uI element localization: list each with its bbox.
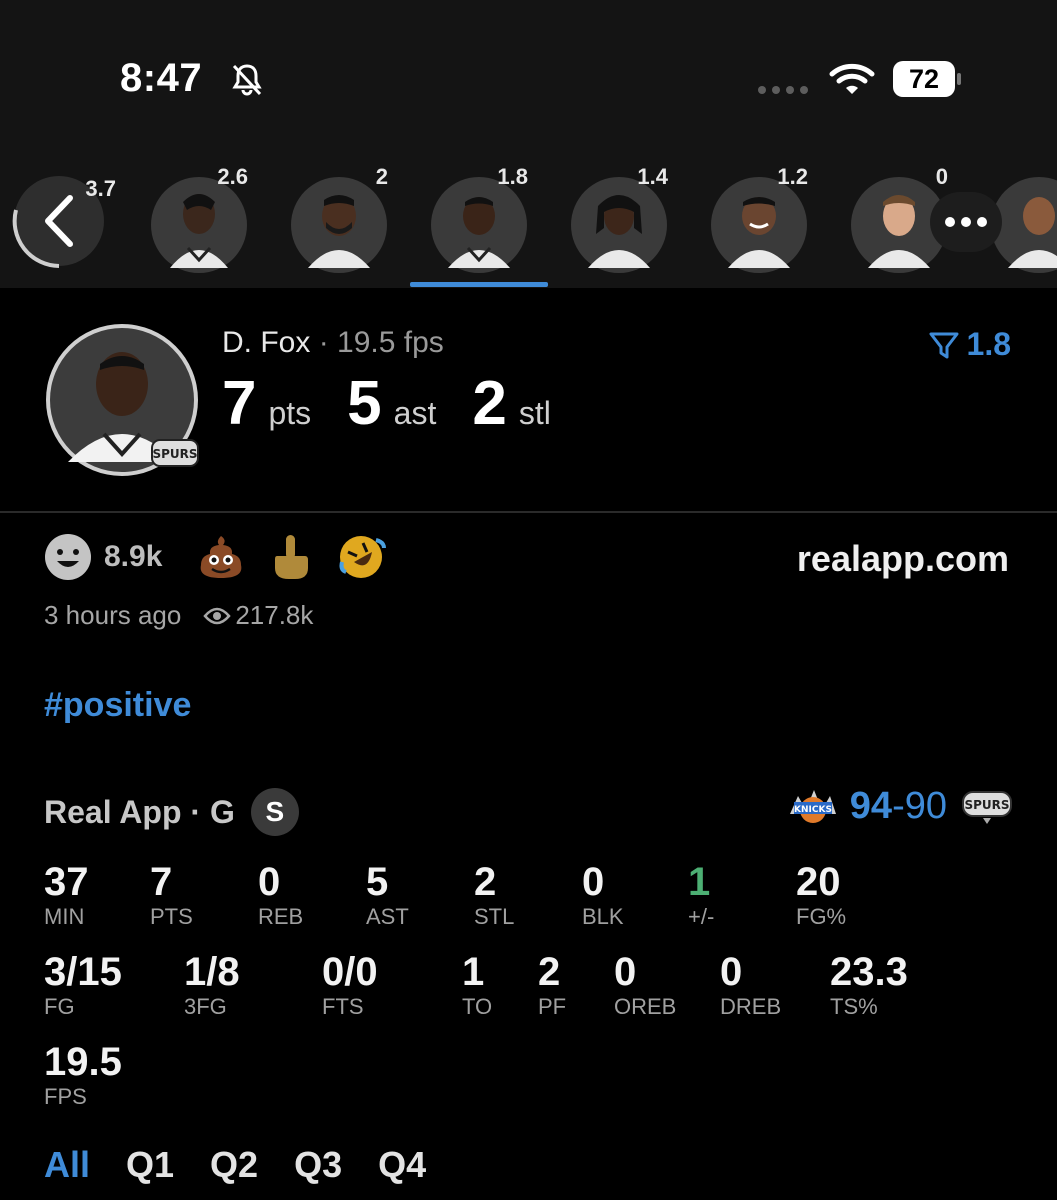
stat-fg-pct: 20 FG%	[796, 860, 847, 929]
ast-unit: ast	[393, 395, 437, 431]
post-meta: 3 hours ago 217.8k	[44, 600, 313, 631]
reactions-row: 8.9k	[44, 532, 406, 582]
time-ago: 3 hours ago	[44, 600, 182, 630]
player-strip-score: 2.6	[217, 164, 248, 189]
stat-pf: 2 PF	[538, 950, 567, 1019]
stat-pts: 7 PTS	[150, 860, 193, 929]
stat-blk: 0 BLK	[582, 860, 624, 929]
ast-value: 5	[347, 369, 382, 438]
rolling-laughing-emoji-icon[interactable]	[336, 532, 387, 582]
stat-to: 1 TO	[462, 950, 493, 1019]
quarter-tabs: All Q1 Q2 Q3 Q4	[44, 1144, 426, 1186]
player-strip-score: 1.4	[637, 164, 668, 189]
wifi-icon	[829, 63, 875, 94]
game-label: Real App · G S	[44, 788, 299, 836]
s-badge[interactable]: S	[250, 788, 299, 836]
player-avatar	[431, 177, 527, 273]
score-dash: -	[892, 784, 905, 827]
bell-muted-icon	[232, 64, 262, 96]
score-home: 94	[849, 784, 893, 827]
signal-dots-icon	[758, 86, 808, 94]
eye-icon	[203, 607, 231, 624]
player-fps: 19.5 fps	[337, 326, 444, 359]
stat-dreb: 0 DREB	[720, 950, 782, 1019]
stat-plus-minus: 1 +/-	[688, 860, 715, 929]
middle-finger-emoji-icon[interactable]	[266, 532, 316, 582]
filter-rank-icon	[929, 332, 959, 358]
svg-text:KNICKS: KNICKS	[794, 805, 832, 815]
hashtag-link[interactable]: #positive	[44, 686, 191, 725]
player-strip-score: 3.7	[85, 176, 116, 201]
stat-ts-pct: 23.3 TS%	[830, 950, 908, 1019]
spurs-logo-icon: SPURS	[962, 791, 1012, 824]
selected-player-indicator	[410, 282, 548, 287]
poop-emoji-icon[interactable]	[196, 532, 246, 582]
pts-unit: pts	[268, 395, 312, 431]
player-headshot: SPURS	[46, 324, 199, 476]
rank-value: 1.8	[966, 326, 1011, 362]
score-away: 90	[904, 784, 947, 827]
tab-all[interactable]: All	[44, 1144, 90, 1186]
status-time: 8:47	[120, 56, 203, 100]
game-title: Real App · G	[44, 793, 235, 830]
stl-value: 2	[472, 369, 507, 438]
svg-text:SPURS: SPURS	[152, 447, 197, 461]
stat-fg: 3/15 FG	[44, 950, 122, 1019]
smiley-reaction-icon[interactable]	[44, 533, 92, 581]
name-separator: ·	[310, 326, 338, 359]
battery-icon: 72	[893, 61, 961, 97]
battery-level: 72	[893, 61, 955, 97]
stat-ast: 5 AST	[366, 860, 409, 929]
game-score[interactable]: KNICKS 94-90 SPURS	[788, 784, 1013, 828]
player-name: D. Fox	[222, 326, 311, 359]
player-strip-score: 2	[375, 164, 388, 189]
tab-q3[interactable]: Q3	[294, 1144, 342, 1186]
tab-q4[interactable]: Q4	[378, 1144, 426, 1186]
player-avatar	[571, 177, 667, 273]
tab-q2[interactable]: Q2	[210, 1144, 258, 1186]
player-avatar	[151, 177, 247, 273]
stl-unit: stl	[518, 395, 551, 431]
stat-reb: 0 REB	[258, 860, 304, 929]
player-avatar	[711, 177, 807, 273]
stat-3fg: 1/8 3FG	[184, 950, 240, 1019]
stat-min: 37 MIN	[44, 860, 89, 929]
site-link[interactable]: realapp.com	[797, 538, 1009, 580]
player-strip-score: 1.2	[777, 164, 808, 189]
view-count: 217.8k	[235, 600, 314, 630]
player-name-line: D. Fox · 19.5 fps	[222, 326, 444, 360]
stat-oreb: 0 OREB	[614, 950, 677, 1019]
svg-text:SPURS: SPURS	[964, 798, 1009, 812]
player-strip-score: 0	[935, 164, 948, 189]
reaction-count: 8.9k	[104, 540, 163, 573]
stat-stl: 2 STL	[474, 860, 515, 929]
rank-badge[interactable]: 1.8	[929, 326, 1011, 363]
knicks-logo-icon: KNICKS	[789, 790, 836, 823]
stat-fps: 19.5 FPS	[44, 1040, 122, 1109]
more-options-button[interactable]	[930, 192, 1002, 252]
player-avatar	[291, 177, 387, 273]
player-strip-score: 1.8	[497, 164, 528, 189]
divider	[0, 511, 1057, 513]
stat-fts: 0/0 FTS	[322, 950, 378, 1019]
headline-stats: 7 pts 5 ast 2 stl	[222, 368, 587, 439]
tab-q1[interactable]: Q1	[126, 1144, 174, 1186]
pts-value: 7	[222, 369, 257, 438]
